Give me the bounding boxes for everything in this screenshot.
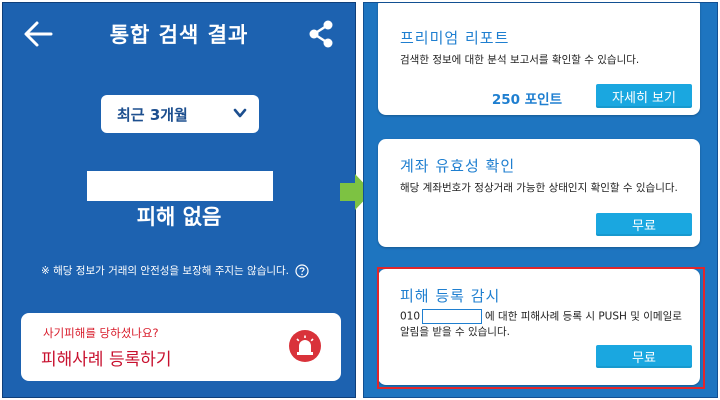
account-validity-title: 계좌 유효성 확인 xyxy=(400,157,516,175)
services-screen: 프리미엄 리포트 검색한 정보에 대한 분석 보고서를 확인할 수 있습니다. … xyxy=(363,2,718,398)
points-price: 250 포인트 xyxy=(491,92,562,108)
report-damage-card[interactable]: 사기피해를 당하셨나요? 피해사례 등록하기 xyxy=(21,313,341,381)
account-validity-card: 계좌 유효성 확인 해당 계좌번호가 정상거래 가능한 상태인지 확인할 수 있… xyxy=(378,139,700,247)
premium-report-desc: 검색한 정보에 대한 분석 보고서를 확인할 수 있습니다. xyxy=(400,54,640,66)
masked-search-term xyxy=(87,171,273,201)
period-select-value: 최근 3개월 xyxy=(117,105,188,124)
account-validity-desc: 해당 계좌번호가 정상거래 가능한 상태인지 확인할 수 있습니다. xyxy=(400,182,678,194)
result-status: 피해 없음 xyxy=(136,205,222,229)
account-validity-free-button[interactable]: 무료 xyxy=(596,213,692,236)
report-damage-link[interactable]: 피해사례 등록하기 xyxy=(41,345,172,370)
masked-phone-field xyxy=(422,309,483,324)
share-icon xyxy=(309,20,333,48)
period-select[interactable]: 최근 3개월 xyxy=(101,95,259,133)
safety-notice: ※ 해당 정보가 거래의 안전성을 보장해 주지는 않습니다. xyxy=(41,263,309,278)
share-button[interactable] xyxy=(307,19,335,49)
search-result-screen: 통합 검색 결과 최근 3개월 피해 없음 ※ 해당 정보가 거래의 안전성을 … xyxy=(2,2,356,398)
damage-monitoring-title: 피해 등록 감시 xyxy=(400,287,501,305)
siren-icon xyxy=(289,330,321,362)
phone-prefix: 010 xyxy=(400,310,421,323)
top-bar: 통합 검색 결과 xyxy=(3,3,355,65)
safety-notice-text: ※ 해당 정보가 거래의 안전성을 보장해 주지는 않습니다. xyxy=(41,265,290,277)
view-details-button[interactable]: 자세히 보기 xyxy=(596,84,692,108)
premium-report-title: 프리미엄 리포트 xyxy=(400,29,510,47)
chevron-down-icon xyxy=(233,108,247,118)
premium-report-card: 프리미엄 리포트 검색한 정보에 대한 분석 보고서를 확인할 수 있습니다. … xyxy=(378,3,700,115)
damage-monitoring-desc: 010 에 대한 피해사례 등록 시 PUSH 및 이메일로 알림을 받을 수 있… xyxy=(400,309,690,340)
page-title: 통합 검색 결과 xyxy=(109,23,249,47)
help-icon[interactable] xyxy=(295,263,309,278)
damage-monitoring-free-button[interactable]: 무료 xyxy=(596,345,692,368)
report-question: 사기피해를 당하셨나요? xyxy=(43,326,159,340)
damage-monitoring-card: 피해 등록 감시 010 에 대한 피해사례 등록 시 PUSH 및 이메일로 알… xyxy=(378,269,700,385)
